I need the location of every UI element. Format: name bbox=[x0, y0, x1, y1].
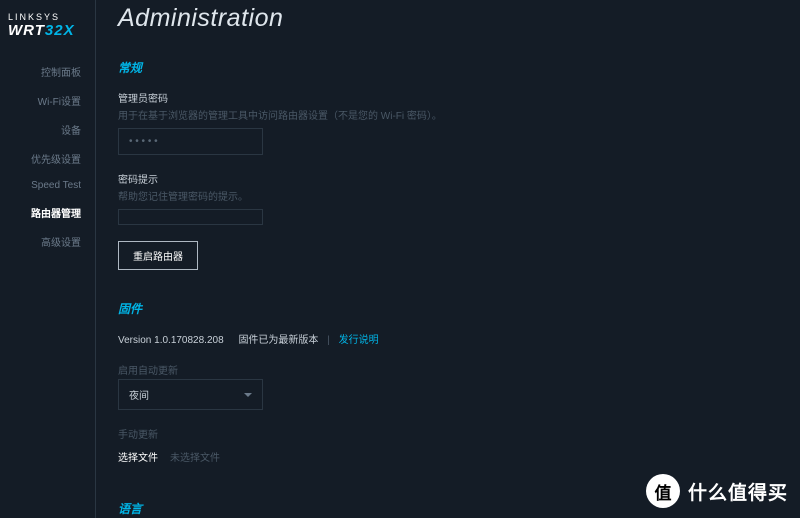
sidebar-nav: 控制面板 Wi-Fi设置 设备 优先级设置 Speed Test 路由器管理 高… bbox=[0, 57, 95, 256]
sidebar-item-admin[interactable]: 路由器管理 bbox=[0, 198, 95, 227]
auto-update-select[interactable]: 夜间 bbox=[118, 379, 263, 410]
admin-password-input[interactable]: • • • • • bbox=[118, 128, 263, 155]
sidebar-item-wifi[interactable]: Wi-Fi设置 bbox=[0, 86, 95, 115]
firmware-heading: 固件 bbox=[118, 300, 800, 317]
release-notes-link[interactable]: 发行说明 bbox=[339, 335, 379, 346]
firmware-status: 固件已为最新版本 bbox=[238, 335, 318, 346]
separator: | bbox=[327, 335, 330, 346]
general-section: 常规 管理员密码 用于在基于浏览器的管理工具中访问路由器设置（不是您的 Wi-F… bbox=[118, 59, 800, 270]
watermark-icon: 值 bbox=[646, 474, 680, 508]
admin-password-help: 用于在基于浏览器的管理工具中访问路由器设置（不是您的 Wi-Fi 密码）。 bbox=[118, 107, 800, 122]
sidebar-item-priority[interactable]: 优先级设置 bbox=[0, 144, 95, 173]
brand-logo: LINKSYS WRT32X bbox=[0, 8, 95, 57]
firmware-section: 固件 Version 1.0.170828.208 固件已为最新版本 | 发行说… bbox=[118, 300, 800, 470]
sidebar-item-devices[interactable]: 设备 bbox=[0, 115, 95, 144]
manual-update-label: 手动更新 bbox=[118, 426, 800, 441]
general-heading: 常规 bbox=[118, 59, 800, 76]
chevron-down-icon bbox=[244, 393, 252, 397]
file-status: 未选择文件 bbox=[170, 449, 220, 464]
admin-password-label: 管理员密码 bbox=[118, 90, 800, 105]
choose-file-button[interactable]: 选择文件 bbox=[118, 443, 158, 470]
page-title: Administration bbox=[118, 4, 800, 33]
password-hint-help: 帮助您记住管理密码的提示。 bbox=[118, 188, 800, 203]
auto-update-label: 启用自动更新 bbox=[118, 362, 800, 377]
sidebar: LINKSYS WRT32X 控制面板 Wi-Fi设置 设备 优先级设置 Spe… bbox=[0, 0, 95, 518]
sidebar-item-speedtest[interactable]: Speed Test bbox=[0, 173, 95, 198]
password-hint-input[interactable] bbox=[118, 209, 263, 225]
sidebar-item-advanced[interactable]: 高级设置 bbox=[0, 227, 95, 256]
watermark: 值 什么值得买 bbox=[646, 474, 788, 508]
main-content: Administration 常规 管理员密码 用于在基于浏览器的管理工具中访问… bbox=[96, 0, 800, 518]
sidebar-item-dashboard[interactable]: 控制面板 bbox=[0, 57, 95, 86]
password-hint-label: 密码提示 bbox=[118, 171, 800, 186]
firmware-version: Version 1.0.170828.208 bbox=[118, 335, 224, 346]
watermark-text: 什么值得买 bbox=[688, 478, 788, 505]
firmware-version-row: Version 1.0.170828.208 固件已为最新版本 | 发行说明 bbox=[118, 331, 800, 346]
restart-router-button[interactable]: 重启路由器 bbox=[118, 241, 198, 270]
